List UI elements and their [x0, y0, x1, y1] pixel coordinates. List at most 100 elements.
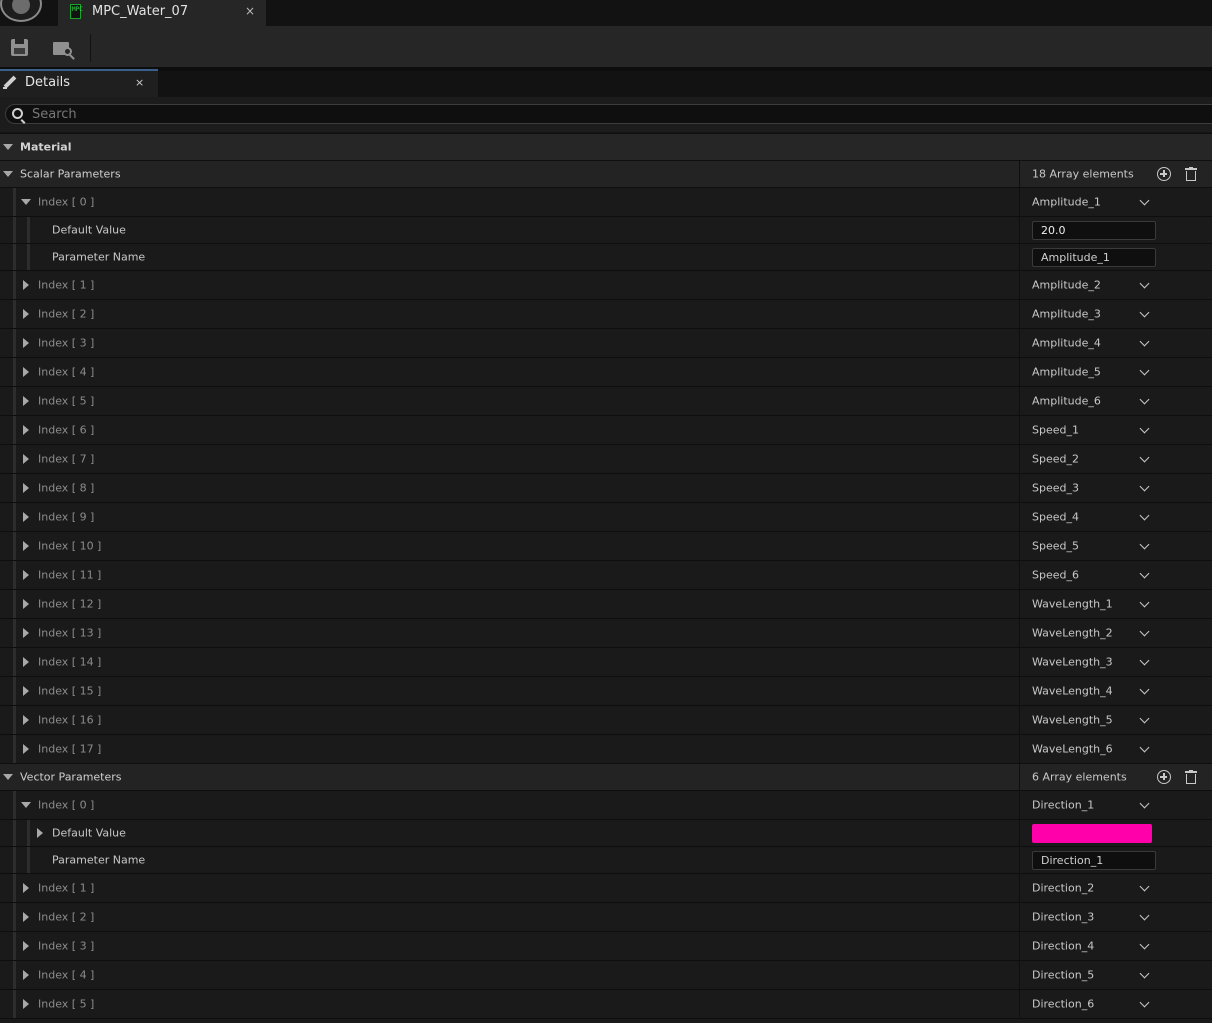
vector-default-value-row[interactable]: Default Value: [0, 819, 1212, 846]
chevron-down-icon[interactable]: [1139, 452, 1150, 463]
parameter-name-input[interactable]: Amplitude_1: [1032, 248, 1156, 267]
scalar-index-row[interactable]: Index [ 15 ] WaveLength_4: [0, 676, 1212, 705]
chevron-down-icon[interactable]: [1139, 626, 1150, 637]
caret-right-icon[interactable]: [23, 999, 29, 1009]
parameter-name-input[interactable]: Direction_1: [1032, 851, 1156, 870]
chevron-down-icon[interactable]: [1139, 968, 1150, 979]
caret-right-icon[interactable]: [23, 338, 29, 348]
caret-right-icon[interactable]: [23, 396, 29, 406]
details-tab[interactable]: Details ×: [0, 71, 158, 97]
caret-right-icon[interactable]: [23, 744, 29, 754]
default-value-input[interactable]: 20.0: [1032, 221, 1156, 240]
scalar-parameters-header[interactable]: Scalar Parameters 18 Array elements: [0, 160, 1212, 187]
chevron-down-icon[interactable]: [1139, 195, 1150, 206]
caret-right-icon[interactable]: [23, 280, 29, 290]
scalar-index-row[interactable]: Index [ 8 ] Speed_3: [0, 473, 1212, 502]
chevron-down-icon[interactable]: [1139, 365, 1150, 376]
caret-right-icon[interactable]: [23, 941, 29, 951]
search-input[interactable]: [32, 105, 1202, 123]
scalar-index-row-0[interactable]: Index [ 0 ] Amplitude_1: [0, 187, 1212, 216]
close-details-tab-icon[interactable]: ×: [135, 76, 144, 89]
caret-down-icon[interactable]: [21, 199, 31, 205]
index-value: Amplitude_3: [1019, 300, 1212, 328]
caret-right-icon[interactable]: [23, 883, 29, 893]
chevron-down-icon[interactable]: [1139, 713, 1150, 724]
caret-right-icon[interactable]: [23, 425, 29, 435]
scalar-index-row[interactable]: Index [ 14 ] WaveLength_3: [0, 647, 1212, 676]
color-swatch[interactable]: [1032, 824, 1152, 843]
scalar-index-row[interactable]: Index [ 10 ] Speed_5: [0, 531, 1212, 560]
chevron-down-icon[interactable]: [1139, 997, 1150, 1008]
chevron-down-icon[interactable]: [1139, 742, 1150, 753]
caret-right-icon[interactable]: [23, 912, 29, 922]
chevron-down-icon[interactable]: [1139, 910, 1150, 921]
vector-index-row[interactable]: Index [ 3 ] Direction_4: [0, 931, 1212, 960]
chevron-down-icon[interactable]: [1139, 423, 1150, 434]
chevron-down-icon[interactable]: [1139, 510, 1150, 521]
scalar-index-row[interactable]: Index [ 7 ] Speed_2: [0, 444, 1212, 473]
caret-down-icon[interactable]: [3, 774, 13, 780]
parameter-name-label: Parameter Name: [52, 853, 146, 867]
caret-right-icon[interactable]: [23, 512, 29, 522]
vector-index-row[interactable]: Index [ 5 ] Direction_6: [0, 989, 1212, 1018]
chevron-down-icon[interactable]: [1139, 568, 1150, 579]
caret-right-icon[interactable]: [23, 715, 29, 725]
caret-right-icon[interactable]: [23, 454, 29, 464]
document-tab[interactable]: MPC MPC_Water_07 ×: [58, 0, 266, 26]
scalar-index-row[interactable]: Index [ 17 ] WaveLength_6: [0, 734, 1212, 763]
close-document-tab-icon[interactable]: ×: [245, 4, 255, 18]
trash-icon[interactable]: [1185, 770, 1197, 784]
chevron-down-icon[interactable]: [1139, 278, 1150, 289]
scalar-index-row[interactable]: Index [ 3 ] Amplitude_4: [0, 328, 1212, 357]
parameter-name-text: Speed_4: [1032, 510, 1079, 524]
scalar-index-row[interactable]: Index [ 6 ] Speed_1: [0, 415, 1212, 444]
caret-right-icon[interactable]: [23, 686, 29, 696]
vector-index-row[interactable]: Index [ 2 ] Direction_3: [0, 902, 1212, 931]
caret-right-icon[interactable]: [23, 970, 29, 980]
caret-right-icon[interactable]: [23, 541, 29, 551]
vector-parameters-header[interactable]: Vector Parameters 6 Array elements: [0, 763, 1212, 790]
caret-right-icon[interactable]: [23, 367, 29, 377]
add-element-icon[interactable]: [1157, 770, 1171, 784]
scalar-index-row[interactable]: Index [ 5 ] Amplitude_6: [0, 386, 1212, 415]
caret-right-icon[interactable]: [23, 483, 29, 493]
caret-right-icon[interactable]: [23, 599, 29, 609]
browse-content-icon[interactable]: [53, 40, 75, 60]
chevron-down-icon[interactable]: [1139, 597, 1150, 608]
chevron-down-icon[interactable]: [1139, 336, 1150, 347]
chevron-down-icon[interactable]: [1139, 684, 1150, 695]
chevron-down-icon[interactable]: [1139, 655, 1150, 666]
vector-index-row[interactable]: Index [ 4 ] Direction_5: [0, 960, 1212, 989]
chevron-down-icon[interactable]: [1139, 539, 1150, 550]
chevron-down-icon[interactable]: [1139, 481, 1150, 492]
caret-down-icon[interactable]: [21, 802, 31, 808]
chevron-down-icon[interactable]: [1139, 939, 1150, 950]
caret-right-icon[interactable]: [37, 828, 43, 838]
chevron-down-icon[interactable]: [1139, 307, 1150, 318]
indent-guide: [13, 990, 16, 1018]
parameter-name-text: WaveLength_5: [1032, 713, 1113, 727]
scalar-index-row[interactable]: Index [ 1 ] Amplitude_2: [0, 270, 1212, 299]
scalar-index-row[interactable]: Index [ 12 ] WaveLength_1: [0, 589, 1212, 618]
caret-right-icon[interactable]: [23, 570, 29, 580]
caret-right-icon[interactable]: [23, 309, 29, 319]
scalar-index-row[interactable]: Index [ 4 ] Amplitude_5: [0, 357, 1212, 386]
scalar-index-row[interactable]: Index [ 9 ] Speed_4: [0, 502, 1212, 531]
vector-index-row-0[interactable]: Index [ 0 ] Direction_1: [0, 790, 1212, 819]
caret-down-icon[interactable]: [3, 171, 13, 177]
caret-right-icon[interactable]: [23, 628, 29, 638]
chevron-down-icon[interactable]: [1139, 798, 1150, 809]
scalar-index-row[interactable]: Index [ 11 ] Speed_6: [0, 560, 1212, 589]
caret-right-icon[interactable]: [23, 657, 29, 667]
trash-icon[interactable]: [1185, 167, 1197, 181]
chevron-down-icon[interactable]: [1139, 881, 1150, 892]
caret-down-icon[interactable]: [3, 144, 13, 150]
scalar-index-row[interactable]: Index [ 13 ] WaveLength_2: [0, 618, 1212, 647]
chevron-down-icon[interactable]: [1139, 394, 1150, 405]
scalar-index-row[interactable]: Index [ 2 ] Amplitude_3: [0, 299, 1212, 328]
category-material[interactable]: Material: [0, 133, 1212, 160]
vector-index-row[interactable]: Index [ 1 ] Direction_2: [0, 873, 1212, 902]
save-icon[interactable]: [11, 39, 28, 56]
add-element-icon[interactable]: [1157, 167, 1171, 181]
scalar-index-row[interactable]: Index [ 16 ] WaveLength_5: [0, 705, 1212, 734]
